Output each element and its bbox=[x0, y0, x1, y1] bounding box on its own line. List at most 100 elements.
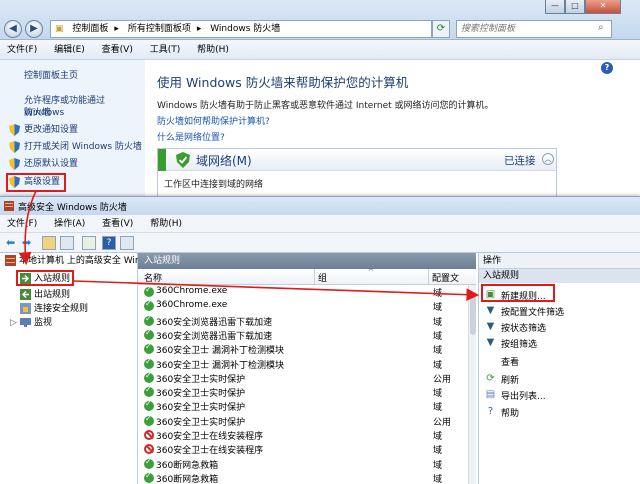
navigation-tree: 本地计算机 上的高级安全 Wind 入站规则 出站规则 连接安全规则 ▷ 监视 bbox=[0, 253, 146, 484]
breadcrumb-item[interactable]: 所有控制面板项 bbox=[128, 24, 191, 34]
up-folder-icon[interactable] bbox=[42, 236, 56, 250]
scrollbar[interactable] bbox=[468, 285, 476, 484]
properties-icon[interactable] bbox=[120, 236, 134, 250]
help-icon[interactable]: ? bbox=[601, 62, 613, 74]
allow-rule-icon bbox=[144, 457, 154, 469]
breadcrumb[interactable]: ▣ 控制面板 ▸ 所有控制面板项 ▸ Windows 防火墙 bbox=[50, 20, 432, 38]
action-item[interactable]: ▼ 按状态筛选 bbox=[479, 319, 640, 335]
sidebar-item-change-notifications[interactable]: 更改通知设置 bbox=[24, 124, 78, 136]
action-item[interactable]: ▤ 导出列表... bbox=[479, 387, 640, 403]
forward-arrow-icon[interactable]: ➡ bbox=[22, 236, 31, 250]
table-row[interactable]: 360Chrome.exe 域 bbox=[138, 299, 468, 313]
menu-help[interactable]: 帮助(H) bbox=[190, 40, 236, 60]
table-row[interactable]: 360断网急救箱 域 bbox=[138, 471, 468, 484]
table-row[interactable]: 360Chrome.exe 域 bbox=[138, 285, 468, 299]
actions-pane: 操作 入站规则 ▣ 新建规则... ▼ 按配置文件筛选 ▼ 按状态筛选 ▼ 按组筛选 查看 ⟳ 刷新… bbox=[478, 253, 640, 484]
table-row[interactable]: 360安全卫士实时保护 域 bbox=[138, 399, 468, 413]
search-icon[interactable]: ⌕ bbox=[598, 22, 604, 33]
tree-root[interactable]: 本地计算机 上的高级安全 Wind bbox=[19, 255, 146, 267]
menu-action[interactable]: 操作(A) bbox=[47, 215, 92, 233]
network-header[interactable]: 域网络(M) 已连接 ︿ bbox=[158, 149, 556, 171]
action-item[interactable]: 查看 bbox=[479, 353, 640, 369]
tree-item-monitor[interactable]: 监视 bbox=[34, 317, 52, 329]
menu-view[interactable]: 查看(V) bbox=[95, 40, 140, 60]
action-label: 刷新 bbox=[501, 376, 520, 386]
block-rule-icon bbox=[144, 444, 154, 455]
rule-name: 360安全浏览器迅雷下载加速 bbox=[156, 317, 273, 328]
expand-arrow-icon[interactable]: ▷ bbox=[10, 317, 17, 329]
rule-profile: 域 bbox=[433, 303, 443, 314]
column-group[interactable]: 组 bbox=[318, 271, 327, 284]
chevron-up-icon[interactable]: ︿ bbox=[542, 153, 554, 165]
scrollbar-thumb[interactable] bbox=[470, 295, 476, 335]
address-bar: — □ ✕ ◀ ▶ ▣ 控制面板 ▸ 所有控制面板项 ▸ Windows 防火墙 ⟳… bbox=[0, 0, 640, 40]
maximize-button[interactable]: □ bbox=[565, 0, 585, 14]
rules-panel: 入站规则 名称 组 ^ 配置文 360Chrome.exe域360Chrome.… bbox=[138, 253, 476, 484]
menu-file[interactable]: 文件(F) bbox=[0, 40, 44, 60]
menu-file[interactable]: 文件(F) bbox=[0, 215, 44, 233]
action-item[interactable]: ▼ 按组筛选 bbox=[479, 335, 640, 351]
action-label: 导出列表... bbox=[501, 392, 546, 402]
search-input[interactable] bbox=[456, 20, 612, 38]
shield-icon bbox=[9, 124, 20, 136]
export-icon[interactable] bbox=[82, 236, 96, 250]
sidebar-item-toggle-firewall[interactable]: 打开或关闭 Windows 防火墙 bbox=[24, 141, 142, 153]
table-row[interactable]: 360安全卫士实时保护 公用 bbox=[138, 414, 468, 428]
action-label: 按配置文件筛选 bbox=[501, 308, 565, 318]
help-icon: ? bbox=[487, 406, 494, 417]
table-row[interactable]: 360断网急救箱 域 bbox=[138, 457, 468, 471]
show-hide-tree-icon[interactable] bbox=[60, 236, 74, 250]
table-row[interactable]: 360安全卫士实时保护 域 bbox=[138, 385, 468, 399]
menu-view[interactable]: 查看(V) bbox=[95, 215, 140, 233]
actions-title: 操作 bbox=[479, 253, 640, 269]
allow-rule-icon bbox=[144, 357, 154, 369]
menu-tools[interactable]: 工具(T) bbox=[143, 40, 188, 60]
column-name[interactable]: 名称 bbox=[144, 271, 162, 284]
window-title: 高级安全 Windows 防火墙 bbox=[18, 203, 127, 213]
rule-profile: 域 bbox=[433, 474, 443, 484]
column-profile[interactable]: 配置文 bbox=[432, 271, 459, 284]
allow-rule-icon bbox=[144, 385, 154, 398]
shield-icon bbox=[9, 158, 20, 170]
allow-rule-icon bbox=[144, 414, 154, 426]
link-network-location[interactable]: 什么是网络位置? bbox=[157, 130, 225, 143]
tree-item-connection-security[interactable]: 连接安全规则 bbox=[34, 303, 88, 315]
breadcrumb-separator: ▸ bbox=[114, 24, 119, 34]
rule-name: 360安全卫士 漏洞补丁检测模块 bbox=[156, 360, 285, 371]
window-title-bar: 高级安全 Windows 防火墙 bbox=[0, 197, 640, 215]
rule-name: 360安全浏览器迅雷下载加速 bbox=[156, 331, 273, 342]
sidebar-item-home[interactable]: 控制面板主页 bbox=[24, 70, 78, 82]
close-button[interactable]: ✕ bbox=[585, 0, 621, 14]
allow-rule-icon bbox=[144, 471, 154, 483]
refresh-icon[interactable]: ⟳ bbox=[432, 20, 450, 38]
table-row[interactable]: 360安全卫士实时保护 公用 bbox=[138, 371, 468, 385]
menu-edit[interactable]: 编辑(E) bbox=[47, 40, 92, 60]
allow-rule-icon bbox=[144, 371, 154, 383]
breadcrumb-item[interactable]: 控制面板 bbox=[72, 24, 108, 34]
sidebar-item-restore-defaults[interactable]: 还原默认设置 bbox=[24, 158, 78, 170]
rule-name: 360安全卫士在线安装程序 bbox=[156, 446, 264, 457]
sidebar-item-allow-program-line2[interactable]: 防火墙 bbox=[24, 107, 51, 119]
table-row[interactable]: 360安全浏览器迅雷下载加速 域 bbox=[138, 328, 468, 342]
back-arrow-icon[interactable]: ⬅ bbox=[6, 236, 15, 250]
sort-arrow-icon: ^ bbox=[368, 268, 374, 276]
action-item[interactable]: ? 帮助 bbox=[479, 404, 640, 420]
action-item[interactable]: ▼ 按配置文件筛选 bbox=[479, 303, 640, 319]
tree-item-outbound[interactable]: 出站规则 bbox=[34, 289, 70, 301]
forward-button[interactable]: ▶ bbox=[25, 20, 43, 38]
link-how-firewall-helps[interactable]: 防火墙如何帮助保护计算机? bbox=[157, 114, 270, 127]
help-icon[interactable]: ? bbox=[102, 236, 116, 250]
table-row[interactable]: 360安全卫士在线安装程序 域 bbox=[138, 442, 468, 456]
table-row[interactable]: 360安全浏览器迅雷下载加速 域 bbox=[138, 314, 468, 328]
menu-help[interactable]: 帮助(H) bbox=[143, 215, 189, 233]
shield-icon bbox=[9, 141, 20, 153]
table-row[interactable]: 360安全卫士 漏洞补丁检测模块 域 bbox=[138, 357, 468, 371]
allow-rule-icon bbox=[144, 342, 154, 355]
action-item[interactable]: ⟳ 刷新 bbox=[479, 371, 640, 387]
breadcrumb-item[interactable]: Windows 防火墙 bbox=[210, 24, 280, 34]
highlight-box bbox=[16, 270, 74, 286]
table-row[interactable]: 360安全卫士 漏洞补丁检测模块 域 bbox=[138, 342, 468, 356]
table-row[interactable]: 360安全卫士在线安装程序 域 bbox=[138, 428, 468, 442]
back-button[interactable]: ◀ bbox=[4, 20, 22, 38]
minimize-button[interactable]: — bbox=[545, 0, 565, 14]
